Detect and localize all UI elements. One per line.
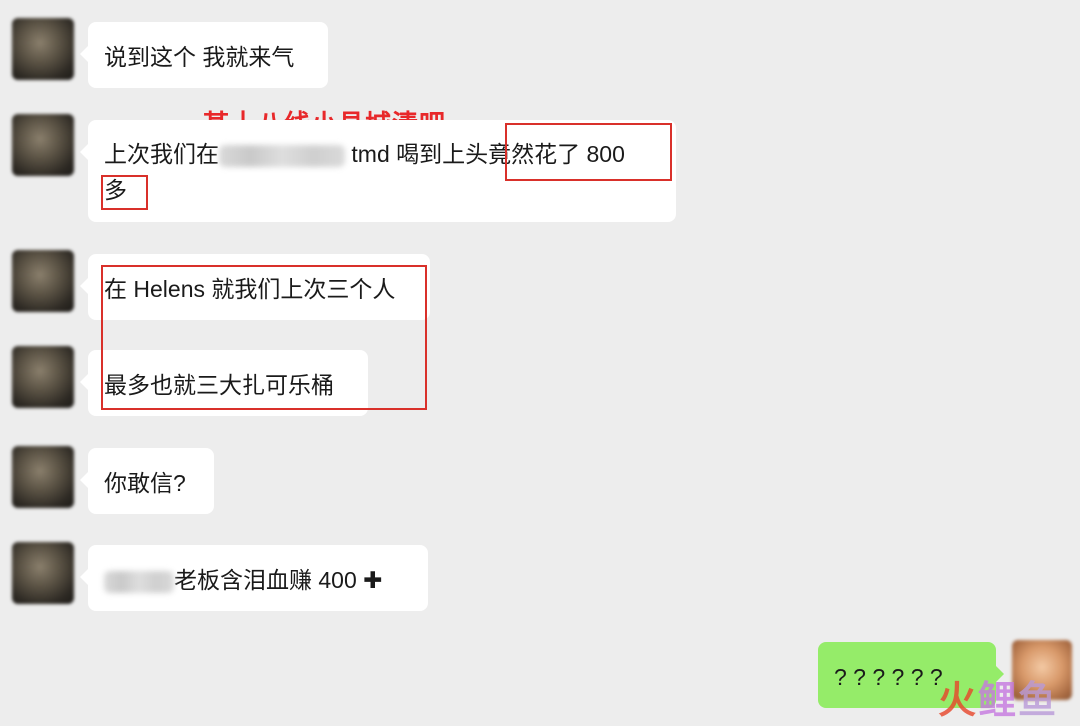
sender-avatar[interactable] <box>12 542 74 604</box>
message-text: 上次我们在 <box>104 141 219 167</box>
watermark-char: 火 <box>937 680 978 722</box>
sender-avatar[interactable] <box>12 114 74 176</box>
redacted-text <box>104 570 174 593</box>
plus-icon: ✚ <box>363 567 383 593</box>
sender-avatar[interactable] <box>12 346 74 408</box>
sender-avatar[interactable] <box>12 250 74 312</box>
watermark-char: 鲤 <box>977 680 1018 722</box>
message-text: 老板含泪血赚 400 <box>174 567 357 593</box>
highlight-box <box>505 123 672 181</box>
message-text: 你敢信? <box>104 470 186 496</box>
watermark-char: 鱼 <box>1017 680 1058 722</box>
watermark-logo: 火鲤鱼 <box>938 669 1058 724</box>
redacted-text <box>219 144 345 167</box>
message-bubble[interactable]: 说到这个 我就来气 <box>80 22 328 88</box>
message-text: tmd 喝到上头 <box>345 141 489 167</box>
highlight-box <box>101 175 148 210</box>
sender-avatar[interactable] <box>12 446 74 508</box>
message-bubble[interactable]: 老板含泪血赚 400 ✚ <box>80 545 428 611</box>
message-text: 说到这个 我就来气 <box>104 44 295 70</box>
message-text: ? ? ? ? ? ? <box>834 664 943 690</box>
message-bubble[interactable]: 你敢信? <box>80 448 214 514</box>
highlight-box <box>101 265 427 410</box>
sender-avatar[interactable] <box>12 18 74 80</box>
